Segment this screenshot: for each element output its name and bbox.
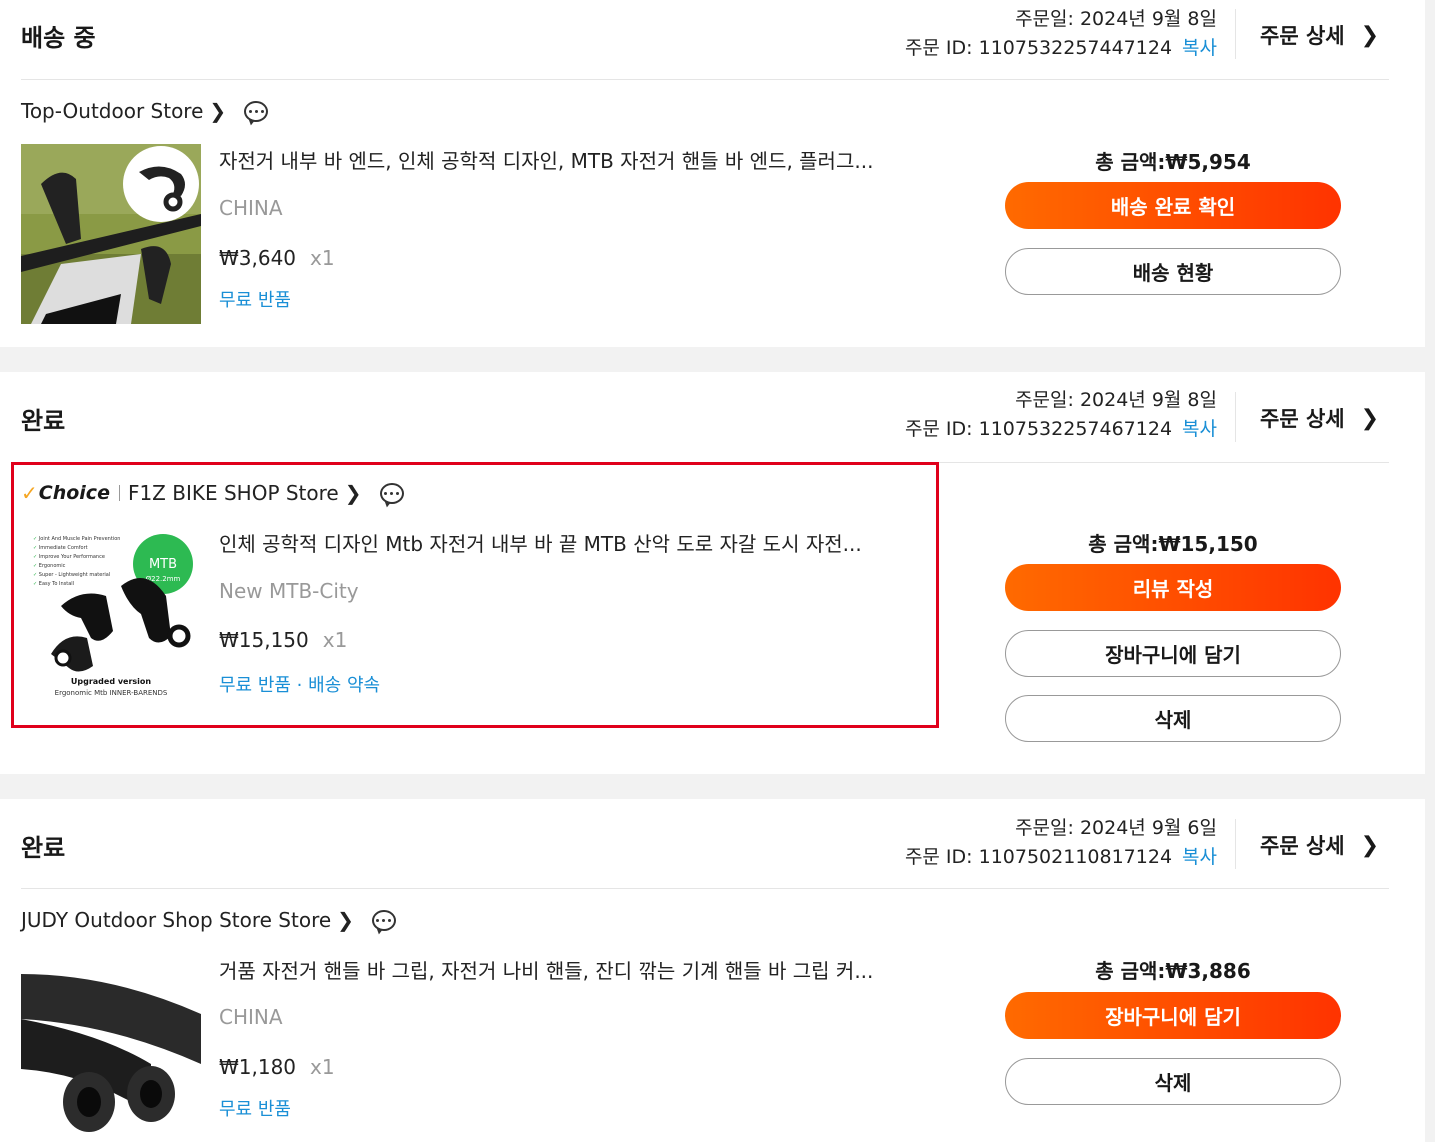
product-title-link[interactable]: 인체 공학적 디자인 Mtb 자전거 내부 바 끝 MTB 산악 도로 자갈 도… xyxy=(219,528,862,557)
product-title-link[interactable]: 거품 자전거 핸들 바 그립, 자전거 나비 핸들, 잔디 깎는 기계 핸들 바… xyxy=(219,955,873,984)
copy-link[interactable]: 복사 xyxy=(1182,846,1217,868)
store-name-link[interactable]: Top-Outdoor Store xyxy=(21,99,203,123)
svg-text:MTB: MTB xyxy=(149,557,177,572)
free-return-note: 무료 반품 xyxy=(219,290,291,311)
order-card: 완료 주문일: 2024년 9월 6일 주문 ID: 1107502110817… xyxy=(0,799,1425,1142)
chevron-right-icon: ❯ xyxy=(1360,22,1380,48)
order-date: 주문일: 2024년 9월 8일 xyxy=(1015,389,1217,411)
product-price: ₩15,150 xyxy=(219,628,309,652)
product-title-link[interactable]: 자전거 내부 바 엔드, 인체 공학적 디자인, MTB 자전거 핸들 바 엔드… xyxy=(219,145,873,174)
order-meta: 주문일: 2024년 9월 6일 주문 ID: 1107502110817124… xyxy=(905,814,1217,872)
track-shipping-button[interactable]: 배송 현황 xyxy=(1005,248,1341,295)
divider xyxy=(21,462,1389,463)
free-return-note: 무료 반품 xyxy=(219,1099,291,1120)
chevron-right-icon[interactable]: ❯ xyxy=(209,99,226,123)
order-status: 배송 중 xyxy=(21,24,96,52)
add-to-cart-button[interactable]: 장바구니에 담기 xyxy=(1005,992,1341,1039)
copy-link[interactable]: 복사 xyxy=(1182,418,1217,440)
chevron-right-icon[interactable]: ❯ xyxy=(337,908,354,932)
product-qty: x1 xyxy=(310,1055,335,1079)
order-date: 주문일: 2024년 9월 6일 xyxy=(1015,817,1217,839)
chevron-right-icon[interactable]: ❯ xyxy=(345,481,362,505)
svg-text:✓ Joint And Muscle Pain Preven: ✓ Joint And Muscle Pain Prevention xyxy=(33,536,120,542)
chevron-right-icon: ❯ xyxy=(1360,405,1380,431)
store-name-link[interactable]: F1Z BIKE SHOP Store xyxy=(128,481,339,505)
order-detail-label: 주문 상세 xyxy=(1260,834,1345,858)
order-detail-label: 주문 상세 xyxy=(1260,407,1345,431)
free-return-delivery-note: 무료 반품 · 배송 약속 xyxy=(219,675,381,696)
order-detail-link[interactable]: 주문 상세 ❯ xyxy=(1260,830,1379,860)
product-variant: CHINA xyxy=(219,1005,283,1029)
store-name-link[interactable]: JUDY Outdoor Shop Store Store xyxy=(21,908,331,932)
divider xyxy=(1235,9,1236,59)
chevron-right-icon: ❯ xyxy=(1360,832,1380,858)
product-qty: x1 xyxy=(322,628,348,652)
chat-icon[interactable] xyxy=(244,100,269,122)
order-detail-link[interactable]: 주문 상세 ❯ xyxy=(1260,20,1379,50)
order-status: 완료 xyxy=(21,834,66,862)
order-id: 주문 ID: 1107502110817124 xyxy=(904,846,1173,868)
order-total: 총 금액:₩3,886 xyxy=(1095,959,1251,983)
order-id: 주문 ID: 1107532257447124 xyxy=(904,37,1173,59)
chat-icon[interactable] xyxy=(379,482,404,504)
product-qty: x1 xyxy=(310,246,335,270)
store-row: JUDY Outdoor Shop Store Store ❯ xyxy=(21,908,396,932)
order-meta: 주문일: 2024년 9월 8일 주문 ID: 1107532257447124… xyxy=(905,5,1217,63)
choice-badge: ✓ Choice xyxy=(21,481,128,505)
order-total: 총 금액:₩15,150 xyxy=(1088,532,1258,556)
bar-end-photo xyxy=(21,144,201,324)
store-row: ✓ Choice F1Z BIKE SHOP Store ❯ xyxy=(21,481,404,505)
mtb-bar-end-photo: ✓ Joint And Muscle Pain Prevention ✓ Imm… xyxy=(21,526,201,706)
svg-text:✓ Improve Your Performance: ✓ Improve Your Performance xyxy=(33,554,105,560)
chat-icon[interactable] xyxy=(371,909,396,931)
foam-grip-photo xyxy=(21,954,201,1134)
confirm-delivery-button[interactable]: 배송 완료 확인 xyxy=(1005,182,1341,229)
svg-text:✓ Immediate Comfort: ✓ Immediate Comfort xyxy=(33,545,88,551)
divider xyxy=(21,888,1389,889)
divider xyxy=(1235,392,1236,442)
store-row: Top-Outdoor Store ❯ xyxy=(21,99,269,123)
order-status: 완료 xyxy=(21,407,66,435)
divider xyxy=(1235,819,1236,869)
product-variant: New MTB-City xyxy=(219,579,359,603)
checkmark-icon: ✓ xyxy=(21,481,38,505)
product-price-row: ₩1,180 x1 xyxy=(219,1055,335,1079)
delete-button[interactable]: 삭제 xyxy=(1005,1058,1341,1105)
order-date: 주문일: 2024년 9월 8일 xyxy=(1015,8,1217,30)
write-review-button[interactable]: 리뷰 작성 xyxy=(1005,564,1341,611)
product-image[interactable] xyxy=(21,144,201,324)
order-id: 주문 ID: 1107532257467124 xyxy=(904,418,1173,440)
svg-text:Upgraded version: Upgraded version xyxy=(71,677,152,686)
divider xyxy=(21,79,1389,80)
product-price-row: ₩15,150 x1 xyxy=(219,628,347,652)
product-image[interactable]: ✓ Joint And Muscle Pain Prevention ✓ Imm… xyxy=(21,526,201,706)
choice-label: Choice xyxy=(38,482,110,504)
product-price: ₩1,180 xyxy=(219,1055,297,1079)
svg-text:✓ Super - Lightweight material: ✓ Super - Lightweight material xyxy=(33,572,110,578)
order-card: 완료 주문일: 2024년 9월 8일 주문 ID: 1107532257467… xyxy=(0,372,1425,774)
product-price-row: ₩3,640 x1 xyxy=(219,246,335,270)
svg-text:Ergonomic Mtb INNER-BARENDS: Ergonomic Mtb INNER-BARENDS xyxy=(55,689,168,697)
order-card: 배송 중 주문일: 2024년 9월 8일 주문 ID: 11075322574… xyxy=(0,0,1425,347)
order-meta: 주문일: 2024년 9월 8일 주문 ID: 1107532257467124… xyxy=(905,386,1217,444)
svg-text:✓ Ergonomic: ✓ Ergonomic xyxy=(33,563,66,569)
product-image[interactable] xyxy=(21,954,201,1134)
product-price: ₩3,640 xyxy=(219,246,297,270)
delete-button[interactable]: 삭제 xyxy=(1005,695,1341,742)
order-detail-link[interactable]: 주문 상세 ❯ xyxy=(1260,403,1379,433)
order-detail-label: 주문 상세 xyxy=(1260,24,1345,48)
copy-link[interactable]: 복사 xyxy=(1182,37,1217,59)
add-to-cart-button[interactable]: 장바구니에 담기 xyxy=(1005,630,1341,677)
product-variant: CHINA xyxy=(219,196,283,220)
order-total: 총 금액:₩5,954 xyxy=(1095,150,1251,174)
svg-text:✓ Easy To Install: ✓ Easy To Install xyxy=(33,581,74,587)
